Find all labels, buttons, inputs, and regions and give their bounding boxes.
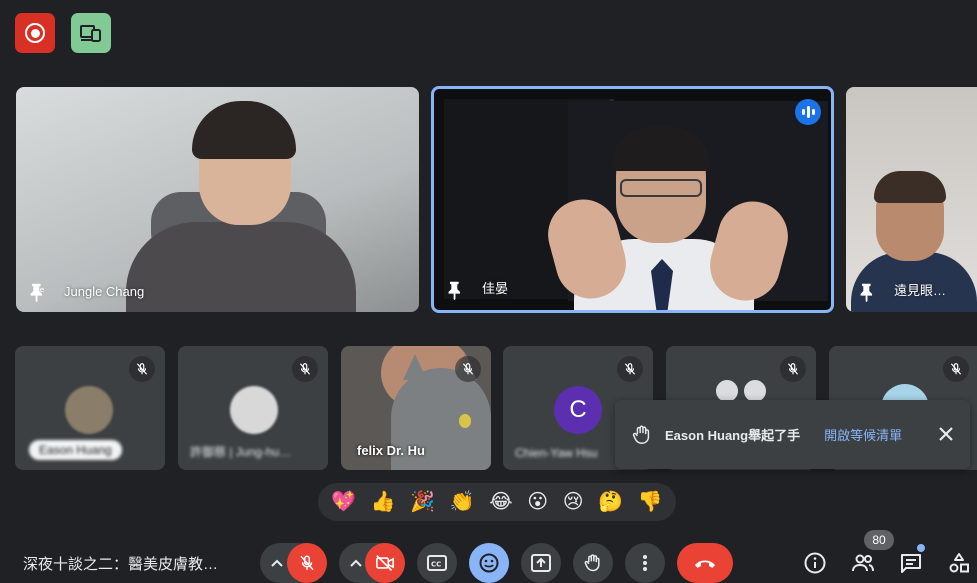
reactions-button[interactable] — [469, 543, 509, 583]
reactions-bar: 💖 👍 🎉 👏 😂 😮 😢 🤔 👎 — [318, 483, 676, 521]
svg-text:CC: CC — [431, 561, 441, 569]
raise-hand-icon — [632, 425, 650, 444]
people-button[interactable] — [848, 548, 878, 578]
devices-icon — [80, 25, 101, 42]
activities-button[interactable] — [944, 548, 974, 578]
participant-count-badge: 80 — [864, 530, 894, 550]
captions-button[interactable]: CC — [417, 543, 457, 583]
participant-tile[interactable]: 許御慈 | Jung-hu… — [178, 346, 328, 470]
toast-message: Eason Huang舉起了手 — [665, 428, 801, 443]
hand-raised-toast: Eason Huang舉起了手 開啟等候清單 — [615, 400, 970, 469]
participant-tile[interactable]: felix Dr. Hu — [341, 346, 491, 470]
reaction-sparkling-heart[interactable]: 💖 — [331, 483, 356, 521]
camera-toggle-button[interactable] — [365, 543, 405, 583]
avatar — [65, 386, 113, 434]
chat-button[interactable] — [896, 548, 926, 578]
leave-call-button[interactable] — [677, 543, 733, 583]
raise-hand-button[interactable] — [573, 543, 613, 583]
present-icon — [531, 554, 551, 572]
participant-name: Chien-Yaw Hsu — [515, 446, 598, 460]
open-queue-link[interactable]: 開啟等候清單 — [824, 425, 902, 444]
participant-name: Eason Huang — [29, 440, 122, 460]
reaction-party[interactable]: 🎉 — [410, 483, 435, 521]
speaking-indicator-icon — [795, 99, 821, 125]
record-icon — [25, 23, 45, 43]
raise-hand-icon — [584, 554, 600, 572]
mic-toggle-button[interactable] — [287, 543, 327, 583]
chevron-up-icon — [271, 559, 283, 567]
mic-off-icon — [300, 555, 314, 571]
chat-notification-dot — [917, 544, 925, 552]
close-icon[interactable] — [936, 424, 956, 444]
people-icon — [852, 554, 874, 572]
devices-button[interactable] — [71, 13, 111, 53]
participant-tile-main[interactable]: e Jungle Chang — [16, 87, 419, 312]
reaction-thumbs-down[interactable]: 👎 — [638, 483, 663, 521]
participant-name: Jungle Chang — [64, 284, 145, 299]
mic-off-icon — [292, 356, 318, 382]
participant-tile-main[interactable]: 遠見眼… — [846, 87, 977, 312]
reaction-sad[interactable]: 😢 — [563, 483, 584, 521]
mic-off-icon — [617, 356, 643, 382]
meeting-title: 深夜十談之二：醫美皮膚教… — [23, 556, 219, 573]
participant-name: felix Dr. Hu — [357, 443, 425, 458]
participant-name: 許御慈 | Jung-hu… — [190, 445, 292, 459]
participant-tile-speaking[interactable]: 佳晏 — [431, 86, 834, 313]
mic-off-icon — [455, 356, 481, 382]
reaction-clap[interactable]: 👏 — [450, 483, 475, 521]
more-vert-icon — [643, 555, 647, 571]
emoji-icon — [479, 553, 499, 573]
pin-icon[interactable] — [444, 279, 466, 301]
info-icon — [804, 552, 826, 574]
avatar: C — [554, 386, 602, 434]
mic-off-icon — [943, 356, 969, 382]
activities-icon — [949, 553, 969, 573]
chat-icon — [901, 554, 921, 573]
present-screen-button[interactable] — [521, 543, 561, 583]
reaction-thinking[interactable]: 🤔 — [598, 483, 623, 521]
reaction-surprised[interactable]: 😮 — [527, 483, 548, 521]
pin-icon[interactable] — [856, 281, 878, 303]
avatar — [230, 386, 278, 434]
call-end-icon — [695, 560, 715, 568]
pin-icon[interactable]: e — [26, 281, 48, 303]
meeting-details-button[interactable] — [800, 548, 830, 578]
svg-text:e: e — [40, 285, 45, 294]
camera-off-icon — [376, 555, 394, 571]
participant-name: 遠見眼… — [894, 283, 947, 298]
participant-tile[interactable]: Eason Huang — [15, 346, 165, 470]
reaction-thumbs-up[interactable]: 👍 — [371, 483, 396, 521]
reaction-laugh[interactable]: 😂 — [489, 483, 512, 521]
mic-off-icon — [780, 356, 806, 382]
more-options-button[interactable] — [625, 543, 665, 583]
closed-captions-icon: CC — [427, 555, 447, 571]
recording-indicator[interactable] — [15, 13, 55, 53]
chevron-up-icon — [350, 559, 362, 567]
mic-off-icon — [129, 356, 155, 382]
participant-name: 佳晏 — [482, 281, 509, 296]
